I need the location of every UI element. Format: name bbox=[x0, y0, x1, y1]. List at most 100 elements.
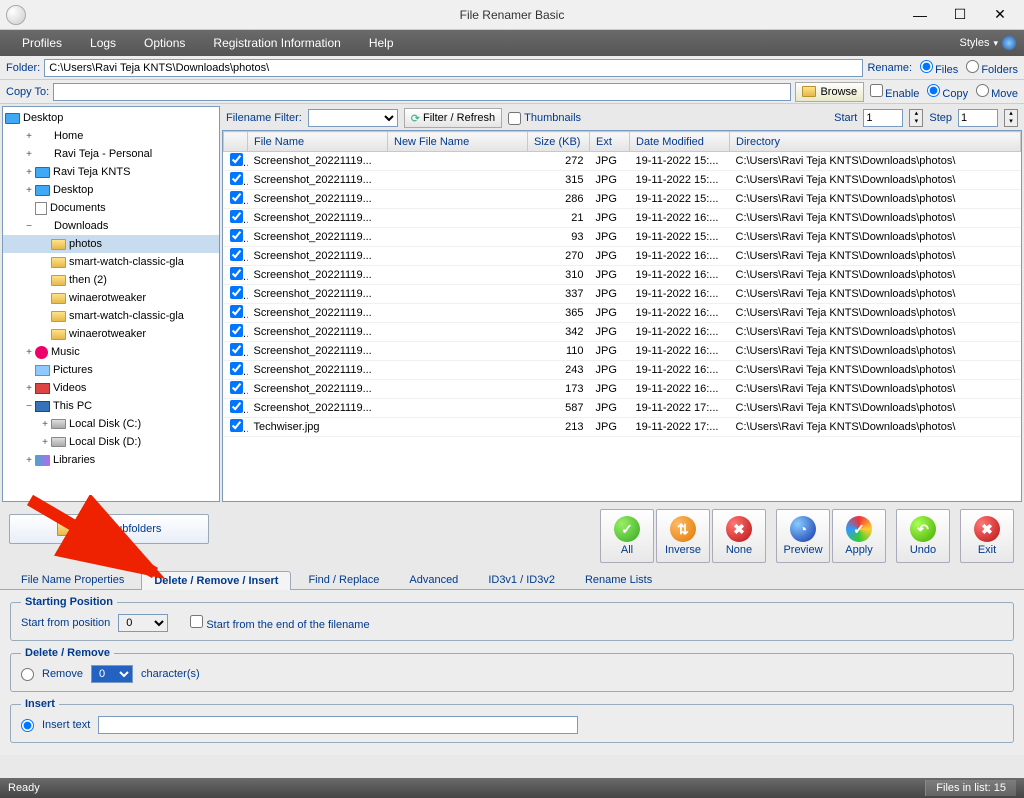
menu-styles[interactable]: Styles bbox=[960, 37, 999, 49]
minimize-button[interactable]: — bbox=[900, 2, 940, 28]
row-checkbox[interactable] bbox=[230, 305, 243, 318]
maximize-button[interactable]: ☐ bbox=[940, 2, 980, 28]
exit-button[interactable]: ✖Exit bbox=[960, 509, 1014, 563]
expand-icon[interactable] bbox=[39, 293, 51, 304]
scan-subfolders-button[interactable]: Scan Subfolders bbox=[9, 514, 209, 544]
row-checkbox[interactable] bbox=[230, 419, 243, 432]
tree-node[interactable]: +Music bbox=[3, 343, 219, 361]
rename-files-radio[interactable]: Files bbox=[918, 60, 958, 76]
table-row[interactable]: Screenshot_20221119... 365 JPG 19-11-202… bbox=[224, 304, 1021, 323]
move-radio[interactable]: Move bbox=[974, 84, 1018, 100]
close-button[interactable]: ✕ bbox=[980, 2, 1020, 28]
tree-node[interactable]: −Downloads bbox=[3, 217, 219, 235]
row-checkbox[interactable] bbox=[230, 210, 243, 223]
expand-icon[interactable]: − bbox=[23, 221, 35, 232]
expand-icon[interactable] bbox=[39, 329, 51, 340]
row-checkbox[interactable] bbox=[230, 172, 243, 185]
row-checkbox[interactable] bbox=[230, 400, 243, 413]
expand-icon[interactable]: + bbox=[23, 455, 35, 466]
tree-node[interactable]: smart-watch-classic-gla bbox=[3, 307, 219, 325]
grid-header[interactable]: File Name bbox=[248, 132, 388, 152]
expand-icon[interactable]: + bbox=[23, 383, 35, 394]
expand-icon[interactable] bbox=[39, 239, 51, 250]
tree-node[interactable]: Documents bbox=[3, 199, 219, 217]
expand-icon[interactable] bbox=[23, 365, 35, 376]
step-spinner[interactable]: ▴▾ bbox=[1004, 109, 1018, 127]
filter-select[interactable] bbox=[308, 109, 398, 127]
grid-header[interactable]: New File Name bbox=[388, 132, 528, 152]
rename-folders-radio[interactable]: Folders bbox=[964, 60, 1018, 76]
remove-count-select[interactable]: 0 bbox=[91, 665, 133, 683]
grid-header[interactable]: Date Modified bbox=[630, 132, 730, 152]
tree-node[interactable]: winaerotweaker bbox=[3, 289, 219, 307]
tab-id3[interactable]: ID3v1 / ID3v2 bbox=[475, 570, 568, 589]
copy-radio[interactable]: Copy bbox=[925, 84, 968, 100]
gear-icon[interactable] bbox=[1002, 36, 1016, 50]
expand-icon[interactable]: + bbox=[23, 131, 35, 142]
tree-node[interactable]: +Libraries bbox=[3, 451, 219, 469]
expand-icon[interactable]: + bbox=[23, 185, 35, 196]
row-checkbox[interactable] bbox=[230, 343, 243, 356]
tree-node[interactable]: +Videos bbox=[3, 379, 219, 397]
select-none-button[interactable]: ✖None bbox=[712, 509, 766, 563]
tree-node[interactable]: −This PC bbox=[3, 397, 219, 415]
thumbnails-checkbox[interactable]: Thumbnails bbox=[508, 112, 581, 125]
table-row[interactable]: Techwiser.jpg 213 JPG 19-11-2022 17:... … bbox=[224, 418, 1021, 437]
apply-button[interactable]: ✓Apply bbox=[832, 509, 886, 563]
insert-text-input[interactable] bbox=[98, 716, 578, 734]
tree-node[interactable]: +Home bbox=[3, 127, 219, 145]
table-row[interactable]: Screenshot_20221119... 243 JPG 19-11-202… bbox=[224, 361, 1021, 380]
grid-header[interactable]: Size (KB) bbox=[528, 132, 590, 152]
table-row[interactable]: Screenshot_20221119... 310 JPG 19-11-202… bbox=[224, 266, 1021, 285]
tab-find-replace[interactable]: Find / Replace bbox=[295, 570, 392, 589]
row-checkbox[interactable] bbox=[230, 153, 243, 166]
table-row[interactable]: Screenshot_20221119... 337 JPG 19-11-202… bbox=[224, 285, 1021, 304]
expand-icon[interactable]: + bbox=[23, 167, 35, 178]
file-grid[interactable]: File NameNew File NameSize (KB)ExtDate M… bbox=[222, 130, 1022, 502]
tree-node[interactable]: photos bbox=[3, 235, 219, 253]
row-checkbox[interactable] bbox=[230, 229, 243, 242]
expand-icon[interactable]: − bbox=[23, 401, 35, 412]
copyto-input[interactable] bbox=[53, 83, 791, 101]
menu-help[interactable]: Help bbox=[355, 30, 408, 56]
table-row[interactable]: Screenshot_20221119... 272 JPG 19-11-202… bbox=[224, 152, 1021, 171]
table-row[interactable]: Screenshot_20221119... 270 JPG 19-11-202… bbox=[224, 247, 1021, 266]
expand-icon[interactable]: + bbox=[23, 149, 35, 160]
menu-profiles[interactable]: Profiles bbox=[8, 30, 76, 56]
row-checkbox[interactable] bbox=[230, 248, 243, 261]
step-input[interactable] bbox=[958, 109, 998, 127]
undo-button[interactable]: ↶Undo bbox=[896, 509, 950, 563]
grid-header[interactable]: Ext bbox=[590, 132, 630, 152]
start-input[interactable] bbox=[863, 109, 903, 127]
browse-button[interactable]: Browse bbox=[795, 82, 864, 102]
expand-icon[interactable] bbox=[39, 275, 51, 286]
table-row[interactable]: Screenshot_20221119... 342 JPG 19-11-202… bbox=[224, 323, 1021, 342]
table-row[interactable]: Screenshot_20221119... 173 JPG 19-11-202… bbox=[224, 380, 1021, 399]
tree-node[interactable]: +Ravi Teja - Personal bbox=[3, 145, 219, 163]
start-from-select[interactable]: 0 bbox=[118, 614, 168, 632]
menu-logs[interactable]: Logs bbox=[76, 30, 130, 56]
tree-root[interactable]: Desktop bbox=[3, 109, 219, 127]
tree-node[interactable]: +Local Disk (C:) bbox=[3, 415, 219, 433]
tree-node[interactable]: smart-watch-classic-gla bbox=[3, 253, 219, 271]
tree-node[interactable]: then (2) bbox=[3, 271, 219, 289]
expand-icon[interactable]: + bbox=[39, 419, 51, 430]
remove-radio[interactable] bbox=[21, 668, 34, 681]
table-row[interactable]: Screenshot_20221119... 587 JPG 19-11-202… bbox=[224, 399, 1021, 418]
filter-refresh-button[interactable]: ⟳Filter / Refresh bbox=[404, 108, 502, 128]
expand-icon[interactable] bbox=[39, 257, 51, 268]
tree-node[interactable]: +Local Disk (D:) bbox=[3, 433, 219, 451]
expand-icon[interactable] bbox=[23, 203, 35, 214]
menu-options[interactable]: Options bbox=[130, 30, 199, 56]
tree-node[interactable]: Pictures bbox=[3, 361, 219, 379]
insert-text-radio[interactable] bbox=[21, 719, 34, 732]
table-row[interactable]: Screenshot_20221119... 110 JPG 19-11-202… bbox=[224, 342, 1021, 361]
table-row[interactable]: Screenshot_20221119... 286 JPG 19-11-202… bbox=[224, 190, 1021, 209]
expand-icon[interactable]: + bbox=[39, 437, 51, 448]
menu-registration[interactable]: Registration Information bbox=[199, 30, 354, 56]
table-row[interactable]: Screenshot_20221119... 93 JPG 19-11-2022… bbox=[224, 228, 1021, 247]
row-checkbox[interactable] bbox=[230, 362, 243, 375]
tab-delete-remove-insert[interactable]: Delete / Remove / Insert bbox=[141, 571, 291, 590]
tab-file-name-properties[interactable]: File Name Properties bbox=[8, 570, 137, 589]
expand-icon[interactable]: + bbox=[23, 347, 35, 358]
